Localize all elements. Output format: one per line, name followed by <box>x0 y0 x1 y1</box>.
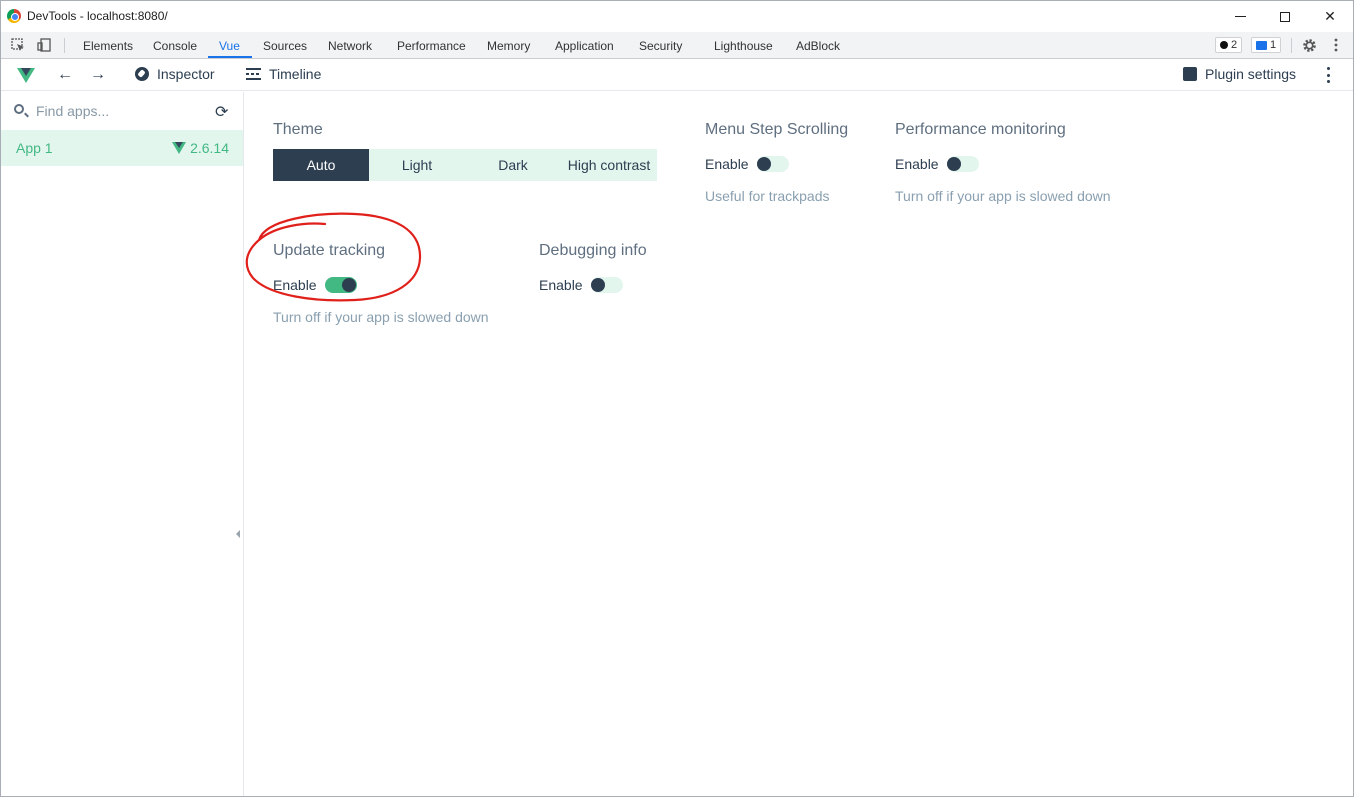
theme-option-dark[interactable]: Dark <box>465 149 561 181</box>
tab-lighthouse[interactable]: Lighthouse <box>714 39 773 53</box>
tab-separator <box>1291 38 1292 53</box>
switch-knob <box>946 157 961 171</box>
maximize-button[interactable] <box>1262 1 1308 32</box>
theme-option-high-contrast[interactable]: High contrast <box>561 149 657 181</box>
switch-knob <box>756 157 771 171</box>
menu-step-scrolling-switch[interactable] <box>756 156 789 172</box>
error-dot-icon <box>1220 41 1228 49</box>
app-version-text: 2.6.14 <box>190 140 229 156</box>
maximize-icon <box>1280 11 1290 22</box>
tab-elements[interactable]: Elements <box>83 39 133 53</box>
plugin-settings-button[interactable]: Plugin settings <box>1183 66 1296 82</box>
tab-vue[interactable]: Vue <box>219 39 240 53</box>
inspector-label: Inspector <box>157 66 215 82</box>
compass-icon <box>135 67 149 81</box>
performance-monitoring-switch[interactable] <box>946 156 979 172</box>
inspect-element-icon[interactable] <box>11 38 25 52</box>
tab-console[interactable]: Console <box>153 39 197 53</box>
vue-more-icon[interactable] <box>1327 67 1331 83</box>
switch-knob <box>590 278 605 292</box>
app-version: 2.6.14 <box>172 140 229 156</box>
tab-memory[interactable]: Memory <box>487 39 530 53</box>
vue-version-icon <box>172 142 187 154</box>
performance-monitoring-toggle-label: Enable <box>895 156 939 172</box>
theme-option-auto[interactable]: Auto <box>273 149 369 181</box>
theme-title: Theme <box>273 121 323 138</box>
debugging-info-toggle[interactable]: Enable <box>539 277 623 293</box>
devtools-window: DevTools - localhost:8080/ ✕ Elements Co… <box>0 0 1354 797</box>
theme-selector: Auto Light Dark High contrast <box>273 149 657 181</box>
plugin-settings-label: Plugin settings <box>1205 66 1297 82</box>
errors-badge[interactable]: 2 <box>1215 37 1243 53</box>
minimize-icon <box>1234 16 1246 17</box>
tab-application[interactable]: Application <box>555 39 614 53</box>
close-button[interactable]: ✕ <box>1307 1 1353 32</box>
timeline-tab[interactable]: Timeline <box>246 66 321 82</box>
window-title: DevTools - localhost:8080/ <box>27 9 168 23</box>
plugin-settings-panel: Theme Auto Light Dark High contrast Menu… <box>245 92 1353 796</box>
menu-step-scrolling-title: Menu Step Scrolling <box>705 121 849 138</box>
refresh-icon[interactable]: ⟳ <box>215 102 228 122</box>
apps-search: ⟳ <box>1 92 243 130</box>
errors-count: 2 <box>1231 39 1238 51</box>
close-icon: ✕ <box>1324 8 1336 24</box>
device-toolbar-icon[interactable] <box>37 38 51 52</box>
message-icon <box>1256 40 1267 50</box>
tab-security[interactable]: Security <box>639 39 682 53</box>
vue-toolbar: ← → Inspector Timeline Plugin settings <box>1 59 1353 91</box>
collapse-sidebar-handle[interactable] <box>236 530 240 538</box>
performance-monitoring-toggle[interactable]: Enable <box>895 156 979 172</box>
debugging-info-switch[interactable] <box>590 277 623 293</box>
gear-icon[interactable] <box>1302 38 1316 52</box>
debugging-info-title: Debugging info <box>539 242 647 259</box>
tab-sources[interactable]: Sources <box>263 39 307 53</box>
vue-logo-icon <box>17 68 35 83</box>
performance-monitoring-description: Turn off if your app is slowed down <box>895 188 1111 204</box>
tab-separator <box>64 38 65 53</box>
messages-count: 1 <box>1270 39 1277 51</box>
puzzle-icon <box>1183 67 1197 81</box>
devtools-tab-strip: Elements Console Vue Sources Network Per… <box>1 32 1353 59</box>
timeline-label: Timeline <box>269 66 322 82</box>
menu-step-scrolling-toggle-label: Enable <box>705 156 749 172</box>
search-icon <box>14 104 24 114</box>
performance-monitoring-title: Performance monitoring <box>895 121 1066 138</box>
title-bar: DevTools - localhost:8080/ ✕ <box>1 1 1353 32</box>
menu-step-scrolling-description: Useful for trackpads <box>705 188 830 204</box>
menu-step-scrolling-toggle[interactable]: Enable <box>705 156 789 172</box>
app-name: App 1 <box>16 140 53 156</box>
chrome-logo-icon <box>7 9 21 23</box>
more-options-icon[interactable] <box>1333 38 1347 52</box>
messages-badge[interactable]: 1 <box>1251 37 1282 53</box>
theme-option-light[interactable]: Light <box>369 149 465 181</box>
app-list-item[interactable]: App 1 2.6.14 <box>1 130 243 166</box>
search-input[interactable] <box>36 101 201 121</box>
back-arrow-icon[interactable]: ← <box>57 67 73 83</box>
debugging-info-toggle-label: Enable <box>539 277 583 293</box>
timeline-icon <box>246 68 261 80</box>
tab-performance[interactable]: Performance <box>397 39 466 53</box>
red-annotation-circle <box>245 212 422 302</box>
tab-adblock[interactable]: AdBlock <box>796 39 840 53</box>
tab-network[interactable]: Network <box>328 39 372 53</box>
active-tab-indicator <box>208 56 252 58</box>
forward-arrow-icon[interactable]: → <box>90 67 106 83</box>
minimize-button[interactable] <box>1217 1 1263 32</box>
inspector-tab[interactable]: Inspector <box>135 66 215 82</box>
apps-sidebar: ⟳ App 1 2.6.14 <box>1 92 244 796</box>
